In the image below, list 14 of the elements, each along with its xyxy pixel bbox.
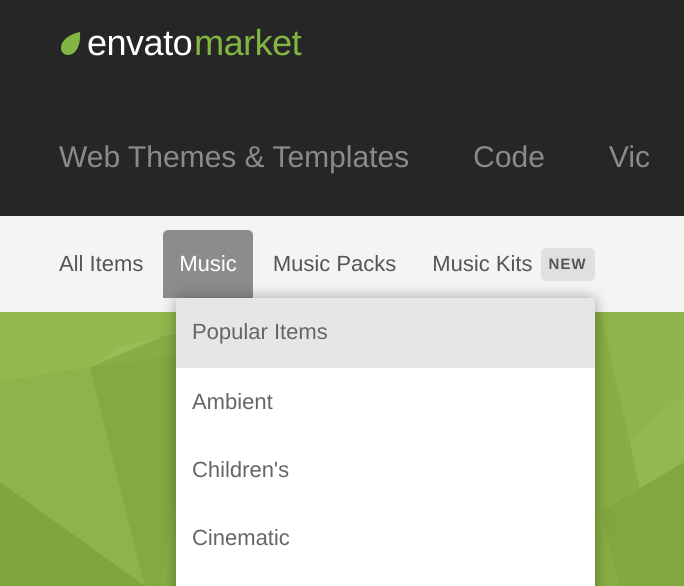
subnav-tab[interactable]: Music: [163, 230, 253, 298]
new-badge: NEW: [540, 248, 595, 280]
subnav-tab[interactable]: All Items: [43, 230, 160, 298]
category-link[interactable]: Web Themes & Templates: [59, 138, 410, 178]
product-name[interactable]: market: [194, 22, 302, 64]
category-link[interactable]: Vic: [608, 138, 650, 178]
dropdown-item[interactable]: Cinematic: [176, 504, 595, 572]
dropdown-item[interactable]: Children's: [176, 436, 595, 504]
dropdown-item[interactable]: Popular Items: [176, 298, 595, 368]
subnav-tab[interactable]: Music Packs: [256, 230, 412, 298]
brand-name[interactable]: envato: [87, 22, 192, 64]
category-link[interactable]: Code: [473, 138, 545, 178]
dropdown-item[interactable]: Ambient: [176, 368, 595, 436]
subnav-label[interactable]: Music Kits: [432, 251, 533, 277]
